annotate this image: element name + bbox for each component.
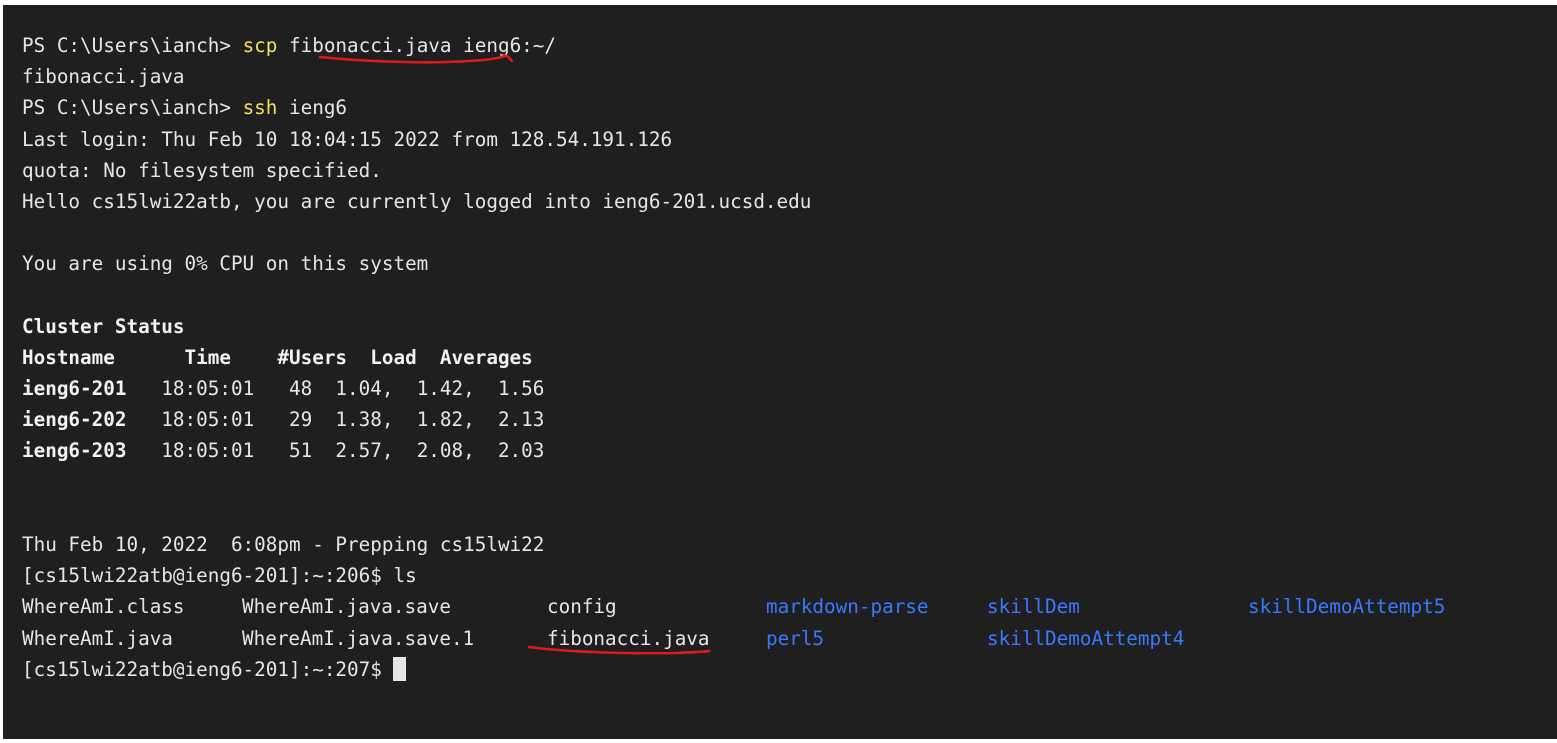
ls-dir-skilldemoattempt4: skillDemoAttempt4: [987, 626, 1185, 650]
last-login-line: Last login: Thu Feb 10 18:04:15 2022 fro…: [22, 127, 673, 151]
bash-prompt: [cs15lwi22atb@ieng6-201]:~:207$: [22, 657, 394, 681]
ls-dir-markdown-parse: markdown-parse: [766, 595, 929, 619]
cpu-line: You are using 0% CPU on this system: [22, 252, 429, 276]
cluster-table-header: Hostname Time #Users Load Averages: [22, 345, 533, 369]
ls-prompt-line: [cs15lwi22atb@ieng6-201]:~:206$ ls: [22, 564, 417, 588]
cluster-row: ieng6-201 18:05:01 48 1.04, 1.42, 1.56: [22, 373, 1557, 404]
ls-file-whereami-class: WhereAmI.class: [22, 595, 185, 619]
terminal-line-scp: PS C:\Users\ianch> scp fibonacci.java ie…: [22, 30, 1557, 61]
terminal-line-ssh: PS C:\Users\ianch> ssh ieng6: [22, 92, 1557, 123]
cluster-row: ieng6-203 18:05:01 51 2.57, 2.08, 2.03: [22, 435, 1557, 466]
ls-output-row: WhereAmI.java WhereAmI.java.save.1 fibonac…: [22, 623, 1557, 654]
ps-prompt: PS C:\Users\ianch>: [22, 96, 243, 120]
terminal-window[interactable]: PS C:\Users\ianch> scp fibonacci.java ie…: [3, 5, 1557, 739]
hello-line: Hello cs15lwi22atb, you are currently lo…: [22, 189, 812, 213]
cluster-stats: 18:05:01 29 1.38, 1.82, 2.13: [126, 408, 545, 432]
ls-output-row: WhereAmI.class WhereAmI.java.save config ma…: [22, 591, 1557, 622]
cursor-block: [393, 656, 407, 681]
cluster-stats: 18:05:01 51 2.57, 2.08, 2.03: [126, 439, 545, 463]
cluster-stats: 18:05:01 48 1.04, 1.42, 1.56: [126, 377, 545, 401]
ps-prompt: PS C:\Users\ianch>: [22, 34, 243, 57]
motd-line: Thu Feb 10, 2022 6:08pm - Prepping cs15l…: [22, 533, 545, 556]
ls-dir-perl5: perl5: [766, 626, 825, 650]
scp-argument-file: fibonacci.java: [289, 34, 452, 57]
final-prompt-line[interactable]: [cs15lwi22atb@ieng6-201]:~:207$: [22, 654, 1557, 685]
quota-line: quota: No filesystem specified.: [22, 158, 382, 182]
scp-destination: ieng6:~/: [451, 34, 557, 57]
cluster-row: ieng6-202 18:05:01 29 1.38, 1.82, 2.13: [22, 404, 1557, 435]
terminal-line-scp-output: fibonacci.java: [22, 65, 185, 89]
ls-file-whereami-java: WhereAmI.java: [22, 626, 173, 650]
ls-file-fibonacci-java: fibonacci.java: [547, 626, 710, 650]
cluster-hostname: ieng6-202: [22, 408, 127, 432]
ls-file-config: config: [547, 595, 617, 619]
cluster-hostname: ieng6-203: [22, 439, 127, 463]
ls-file-whereami-java-save-1: WhereAmI.java.save.1: [242, 626, 475, 650]
ls-file-whereami-java-save: WhereAmI.java.save: [242, 595, 451, 619]
cluster-status-title: Cluster Status: [22, 314, 185, 338]
cluster-hostname: ieng6-201: [22, 377, 127, 401]
ls-dir-skilldemoattempt5: skillDemoAttempt5: [1248, 595, 1446, 619]
ls-dir-skilldem: skillDem: [987, 595, 1080, 619]
command-scp: scp: [242, 34, 278, 57]
ssh-host: ieng6: [277, 96, 348, 120]
command-ssh: ssh: [242, 96, 278, 120]
